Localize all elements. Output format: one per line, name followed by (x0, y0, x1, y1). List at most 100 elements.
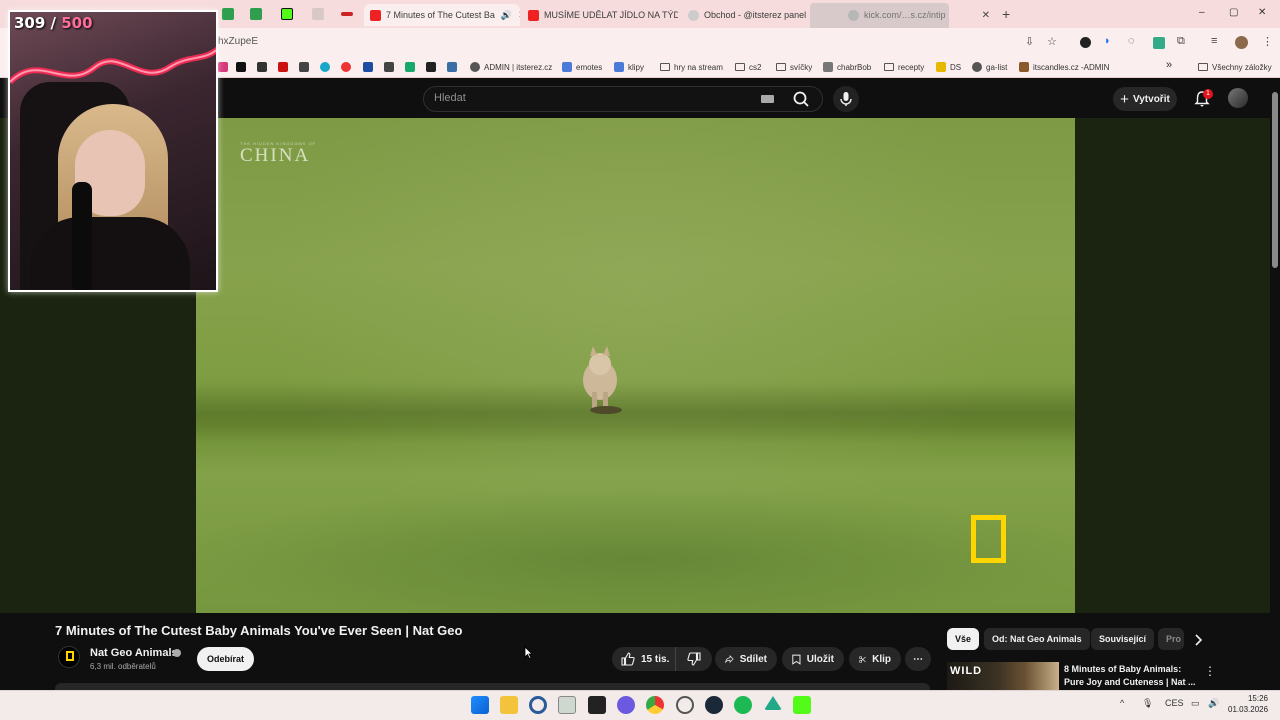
audio-playing-icon[interactable]: 🔊 (501, 10, 512, 21)
bookmark-ga-list[interactable]: ga-list (972, 61, 1007, 73)
extensions-puzzle-icon[interactable]: ⧉ (1177, 35, 1185, 48)
notifications-badge: 1 (1203, 89, 1213, 99)
bookmark-emotes[interactable]: emotes (562, 61, 602, 73)
reading-list-icon[interactable]: ≡ (1211, 35, 1217, 47)
bookmark-netflix-icon[interactable] (278, 61, 292, 73)
bookmark-icon-5[interactable] (384, 61, 398, 73)
search-button[interactable] (790, 88, 812, 110)
bookmark-itscandles[interactable]: itscandles.cz -ADMIN (1019, 61, 1109, 73)
dislike-button[interactable] (676, 647, 712, 671)
bookmark-folder-cs2[interactable]: cs2 (735, 61, 761, 73)
tray-mic-icon[interactable]: 🎙 (1142, 698, 1153, 709)
like-button[interactable]: 15 tis. (612, 647, 676, 671)
voice-search-button[interactable] (833, 86, 859, 112)
create-button[interactable]: + Vytvořit (1113, 87, 1177, 111)
minimize-button[interactable]: – (1199, 7, 1205, 18)
bookmark-download-icon[interactable] (426, 61, 440, 73)
bookmark-icon-6[interactable] (405, 61, 419, 73)
pinned-tab-netflix-icon[interactable] (341, 12, 353, 16)
tab-close-icon[interactable]: ✕ (976, 10, 990, 21)
description-box[interactable] (55, 683, 930, 690)
tray-volume-icon[interactable]: 🔊 (1208, 698, 1219, 709)
pinned-tab-sheets-icon-2[interactable] (250, 8, 262, 20)
discord-icon[interactable] (617, 696, 635, 714)
bookmark-folder-svicky[interactable]: svíčky (776, 61, 812, 73)
keyboard-icon[interactable] (761, 95, 774, 103)
thumbs-down-icon (687, 652, 701, 666)
chip-all[interactable]: Vše (947, 628, 980, 650)
extension-shield-icon[interactable]: ◌ (1128, 35, 1135, 47)
extension-green-icon[interactable] (1153, 37, 1165, 49)
chip-related[interactable]: Související (1091, 628, 1155, 650)
bookmark-folder-hry[interactable]: hry na stream (660, 61, 723, 73)
bookmark-icon-4[interactable] (341, 61, 355, 73)
account-avatar[interactable] (1228, 88, 1248, 108)
spotify-icon[interactable] (734, 696, 752, 714)
file-explorer-icon[interactable] (500, 696, 518, 714)
pinned-tab-icon[interactable] (312, 8, 324, 20)
pinned-tab-kick-icon[interactable] (281, 8, 293, 20)
url-field[interactable]: hxZupeE (218, 36, 258, 47)
bookmark-chabrbob[interactable]: chabrBob (823, 61, 871, 73)
app-circle-icon[interactable] (676, 696, 694, 714)
browser-menu-icon[interactable]: ⋮ (1262, 35, 1273, 48)
tab-youtube-second[interactable]: MUSÍME UDĚLAT JÍDLO NA TÝD ✕ (522, 4, 678, 26)
bookmark-star-icon[interactable]: ☆ (1047, 35, 1057, 48)
app-c-icon[interactable] (529, 696, 547, 714)
channel-name[interactable]: Nat Geo Animals (90, 647, 178, 659)
kick-icon[interactable] (793, 696, 811, 714)
extension-icon[interactable] (1080, 37, 1091, 48)
save-button[interactable]: Uložit (782, 647, 844, 671)
bookmark-klipy[interactable]: klipy (614, 61, 644, 73)
tray-display-icon[interactable]: ▭ (1191, 698, 1200, 709)
channel-avatar[interactable] (58, 646, 80, 668)
steam-icon[interactable] (705, 696, 723, 714)
bookmark-admin[interactable]: ADMIN | itsterez.cz (470, 61, 552, 73)
video-player[interactable] (196, 118, 1075, 613)
chip-for-you[interactable]: Pro (1158, 628, 1184, 650)
tab-shop-panel[interactable]: Obchod - @itsterez panel (682, 4, 806, 26)
input-language[interactable]: CES (1165, 698, 1184, 708)
tab-close-icon[interactable]: ✕ (512, 10, 520, 21)
tray-overflow-chevron[interactable]: ^ (1120, 698, 1124, 708)
pinned-tab-sheets-icon[interactable] (222, 8, 234, 20)
close-window-button[interactable]: ✕ (1258, 7, 1266, 18)
all-bookmarks-folder[interactable]: Všechny záložky (1198, 61, 1272, 73)
bookmark-paypal-icon[interactable] (363, 61, 377, 73)
profile-avatar[interactable] (1235, 36, 1248, 49)
more-actions-button[interactable]: ⋯ (905, 647, 931, 671)
tab-youtube-video[interactable]: 7 Minutes of The Cutest Ba 🔊 ✕ (364, 4, 520, 26)
bookmark-icon-2[interactable] (299, 61, 313, 73)
bookmark-icon-7[interactable] (447, 61, 461, 73)
recommendation-menu-icon[interactable]: ⋮ (1204, 664, 1216, 678)
share-button[interactable]: Sdílet (715, 647, 777, 671)
scrollbar-thumb[interactable] (1272, 92, 1278, 268)
tray-clock[interactable]: 15:26 01.03.2026 (1228, 693, 1268, 715)
bookmarks-overflow-button[interactable]: » (1166, 59, 1172, 71)
search-input[interactable]: Hledat (434, 92, 466, 104)
maximize-button[interactable]: ▢ (1229, 7, 1238, 18)
bookmark-x-icon[interactable] (236, 61, 250, 73)
bookmark-instagram-icon[interactable] (218, 61, 232, 73)
install-app-icon[interactable]: ⇩ (1025, 35, 1034, 48)
recommendation-title[interactable]: 8 Minutes of Baby Animals: Pure Joy and … (1064, 663, 1196, 689)
thumbnail-label: WILD (950, 665, 983, 677)
scissors-icon (859, 655, 866, 663)
bookmark-ds[interactable]: DS (936, 61, 961, 73)
extension-wave-icon[interactable]: ◗ (1104, 35, 1111, 47)
start-button-icon[interactable] (471, 696, 489, 714)
windows-taskbar (0, 690, 1280, 720)
chip-from-channel[interactable]: Od: Nat Geo Animals (984, 628, 1090, 650)
new-tab-button[interactable]: + (1002, 6, 1010, 22)
chevron-right-icon[interactable] (1190, 632, 1206, 648)
clip-button[interactable]: Klip (849, 647, 901, 671)
globe-favicon-icon (688, 9, 699, 21)
app-triangle-icon[interactable] (764, 696, 782, 710)
bookmark-icon-3[interactable] (320, 61, 334, 73)
app-grid-icon[interactable] (588, 696, 606, 714)
chrome-icon[interactable] (646, 696, 664, 714)
subscribe-button[interactable]: Odebírat (197, 647, 254, 671)
terminal-icon[interactable] (558, 696, 576, 714)
bookmark-folder-recepty[interactable]: recepty (884, 61, 924, 73)
bookmark-icon[interactable] (257, 61, 271, 73)
